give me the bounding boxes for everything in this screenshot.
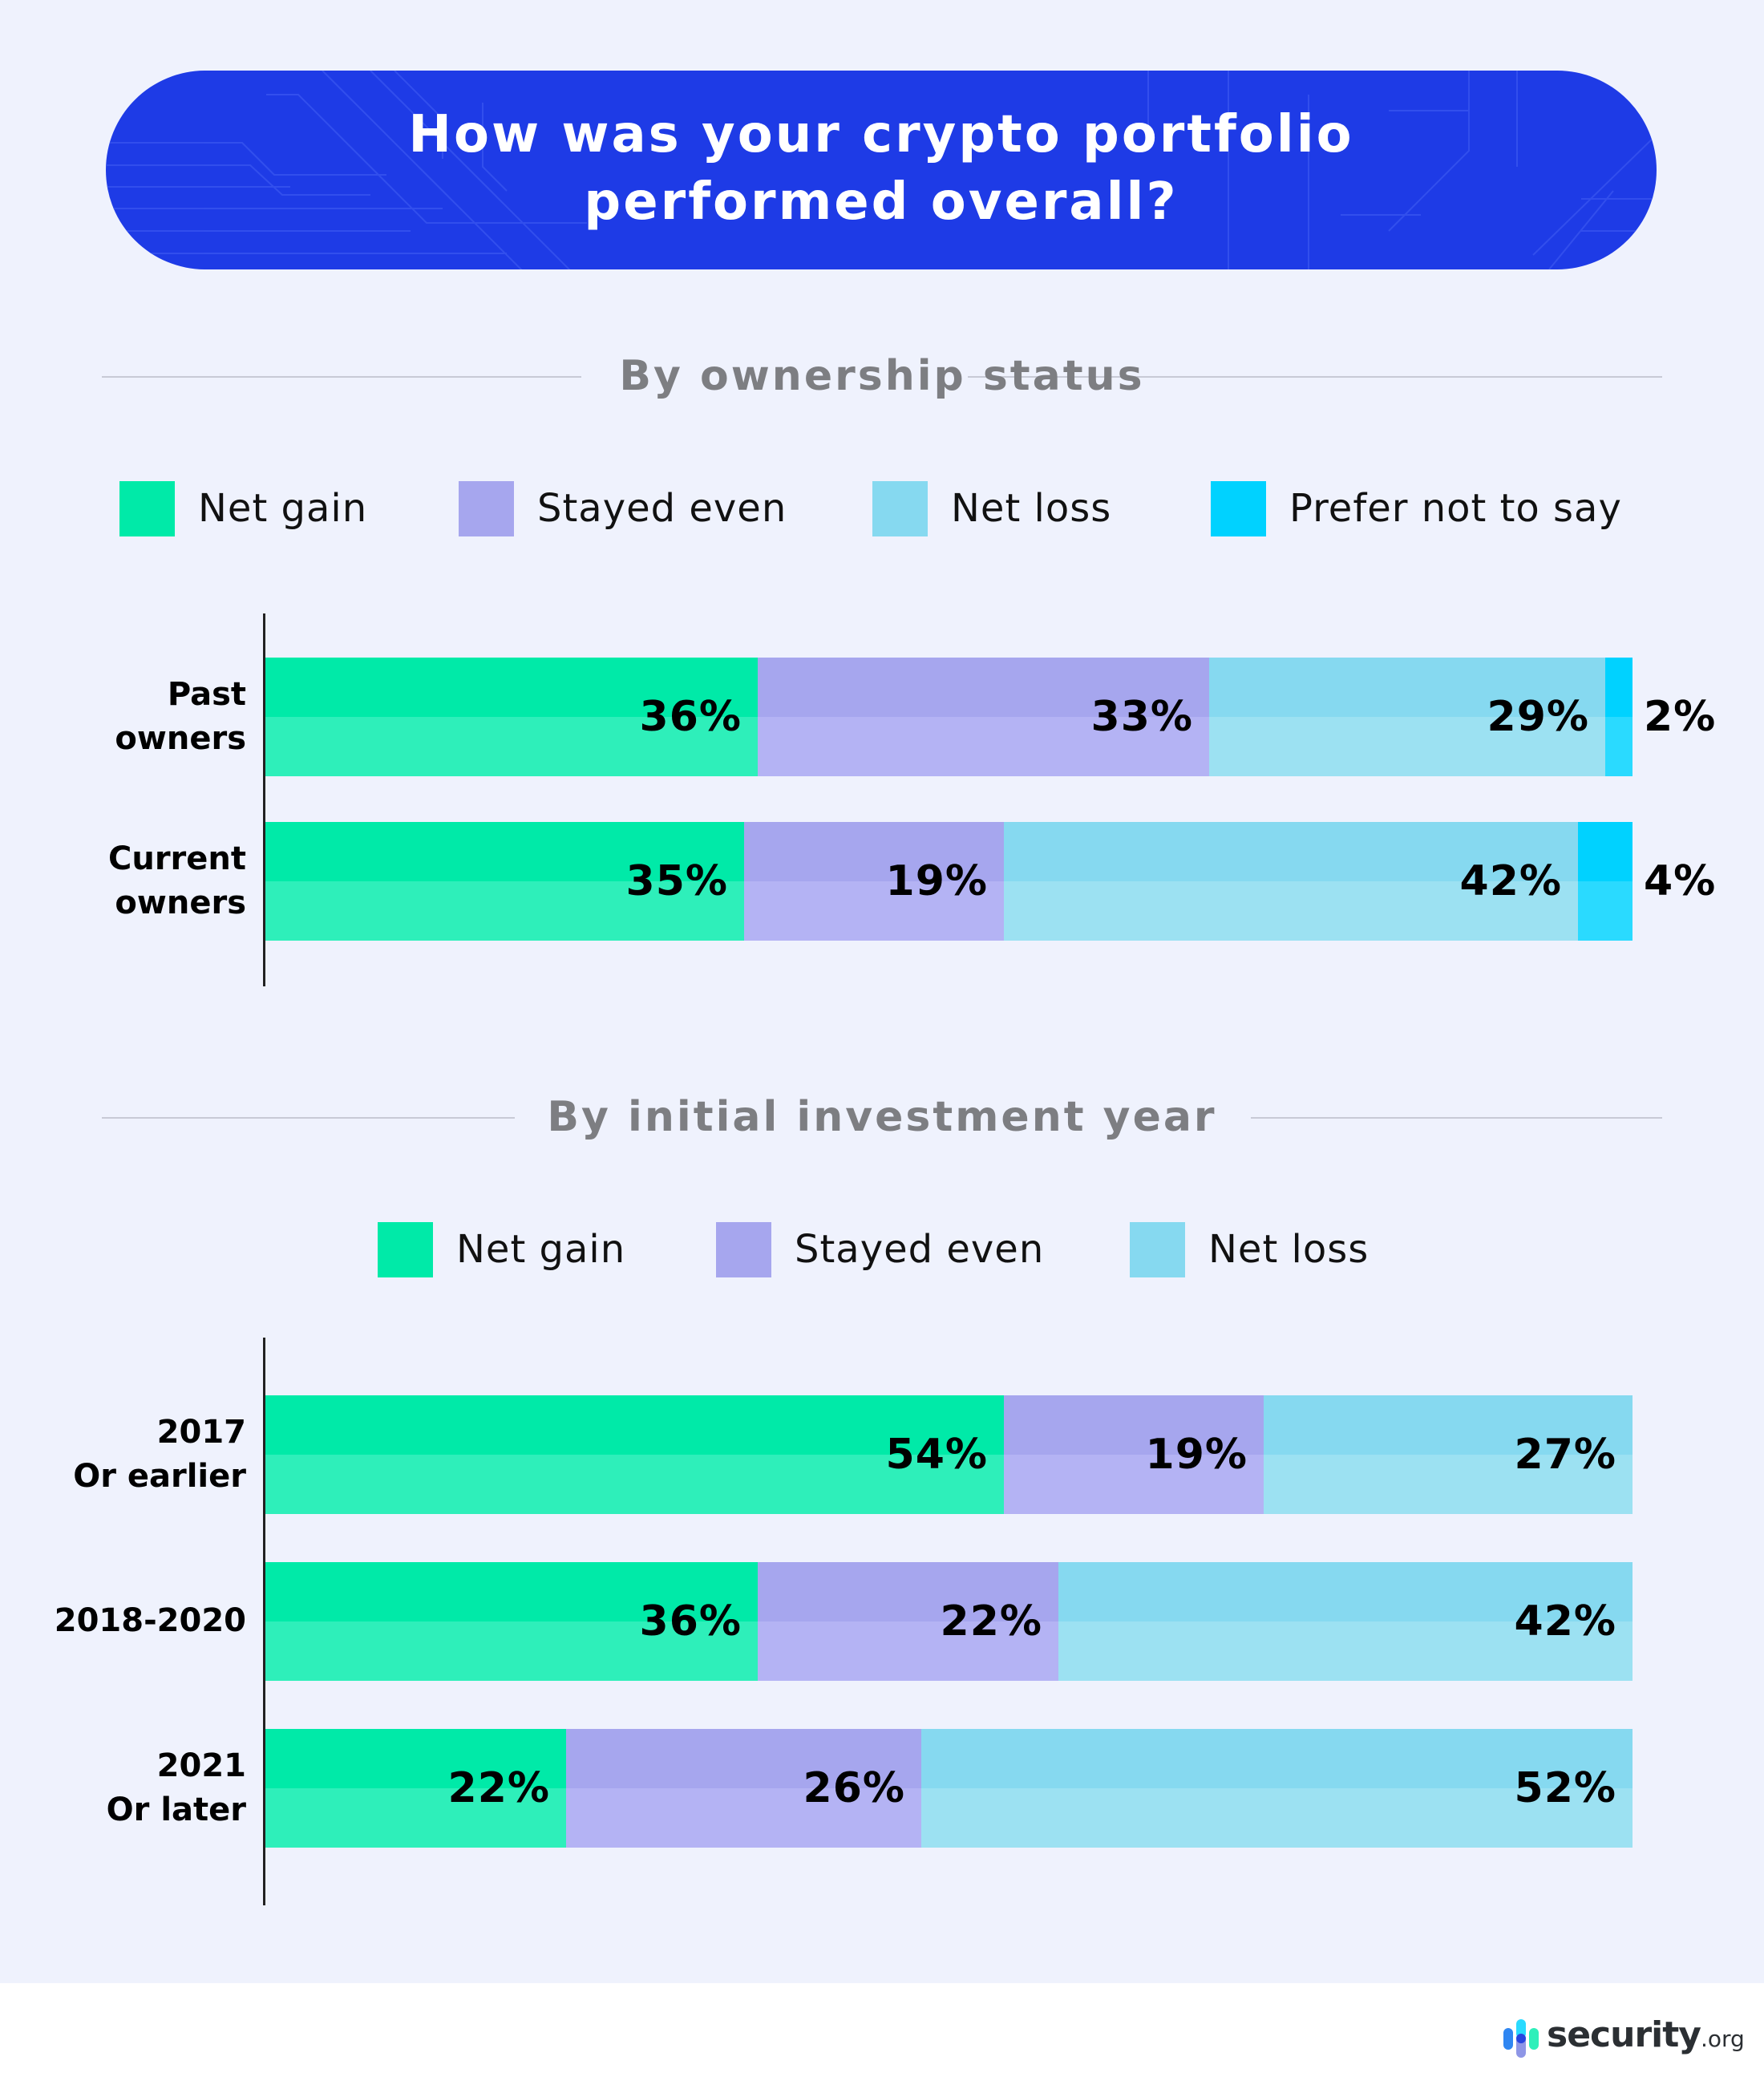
legend-swatch	[378, 1222, 433, 1277]
legend-swatch	[716, 1222, 771, 1277]
bar-segment-top	[1578, 822, 1633, 881]
bar-row-current-owners: 35% 19% 42% 4%	[265, 822, 1715, 941]
row-label-current-owners: Current owners	[107, 840, 246, 921]
legend-swatch	[872, 481, 928, 536]
row-label-2021-or-later: 2021 Or later	[106, 1747, 246, 1828]
data-label: 36%	[639, 1597, 742, 1646]
bar-segment-bottom	[1578, 881, 1633, 941]
legend-label: Net loss	[1208, 1227, 1370, 1272]
data-label: 27%	[1514, 1431, 1616, 1479]
legend-label: Net loss	[951, 486, 1112, 531]
row-label-2018-2020: 2018-2020	[54, 1602, 246, 1639]
section-title: By ownership status	[619, 352, 1145, 400]
brand-tld: .org	[1700, 2026, 1745, 2052]
row-label-wrap: 2021 Or later	[22, 1729, 246, 1848]
title-banner: How was your crypto portfolio performed …	[106, 71, 1657, 269]
title-line-1: How was your crypto portfolio	[408, 105, 1354, 164]
data-label: 22%	[940, 1597, 1042, 1646]
legend-label: Net gain	[198, 486, 368, 531]
data-label: 29%	[1487, 693, 1589, 741]
chart-title: How was your crypto portfolio performed …	[106, 101, 1657, 236]
bar-row-2021-or-later: 22% 26% 52%	[265, 1729, 1633, 1848]
row-label-wrap: Current owners	[22, 822, 246, 941]
data-label: 19%	[885, 857, 988, 905]
data-label: 19%	[1145, 1431, 1248, 1479]
row-label-wrap: Past owners	[22, 658, 246, 776]
data-label: 35%	[625, 857, 728, 905]
bar-segment-prefer-not	[1578, 822, 1633, 941]
data-label: 2%	[1644, 693, 1717, 741]
bar-row-past-owners: 36% 33% 29% 2%	[265, 658, 1715, 776]
title-line-2: performed overall?	[584, 172, 1179, 232]
brand-wordmark: security.org	[1547, 2014, 1745, 2055]
legend-label: Net gain	[456, 1227, 626, 1272]
legend-label: Prefer not to say	[1289, 486, 1622, 531]
bar-segment-top	[1605, 658, 1633, 717]
legend-swatch	[1130, 1222, 1185, 1277]
row-label-2017-or-earlier: 2017 Or earlier	[73, 1414, 246, 1495]
legend-swatch	[119, 481, 175, 536]
legend-label: Stayed even	[537, 486, 787, 531]
data-label: 54%	[885, 1431, 988, 1479]
bar-row-2017-or-earlier: 54% 19% 27%	[265, 1395, 1633, 1514]
row-label-past-owners: Past owners	[115, 676, 246, 757]
legend-swatch	[459, 481, 514, 536]
data-label: 52%	[1514, 1764, 1616, 1812]
data-label: 42%	[1514, 1597, 1616, 1646]
row-label-wrap: 2017 Or earlier	[22, 1395, 246, 1514]
row-label-wrap: 2018-2020	[22, 1562, 246, 1681]
data-label: 4%	[1644, 857, 1717, 905]
data-label: 26%	[803, 1764, 905, 1812]
data-label: 33%	[1090, 693, 1193, 741]
legend-label: Stayed even	[795, 1227, 1045, 1272]
bar-row-2018-2020: 36% 22% 42%	[265, 1562, 1633, 1681]
data-label: 22%	[447, 1764, 550, 1812]
data-label: 42%	[1459, 857, 1562, 905]
bar-segment-prefer-not	[1605, 658, 1633, 776]
section-header-ownership: By ownership status	[102, 344, 1662, 408]
footer	[0, 1983, 1764, 2093]
bar-segment-bottom	[1605, 717, 1633, 776]
brand-name: security	[1547, 2014, 1701, 2055]
data-label: 36%	[639, 693, 742, 741]
legend-swatch	[1211, 481, 1266, 536]
section-header-investment-year: By initial investment year	[102, 1085, 1662, 1149]
security-org-bars-icon	[1503, 2019, 1539, 2058]
section-title: By initial investment year	[547, 1093, 1217, 1141]
